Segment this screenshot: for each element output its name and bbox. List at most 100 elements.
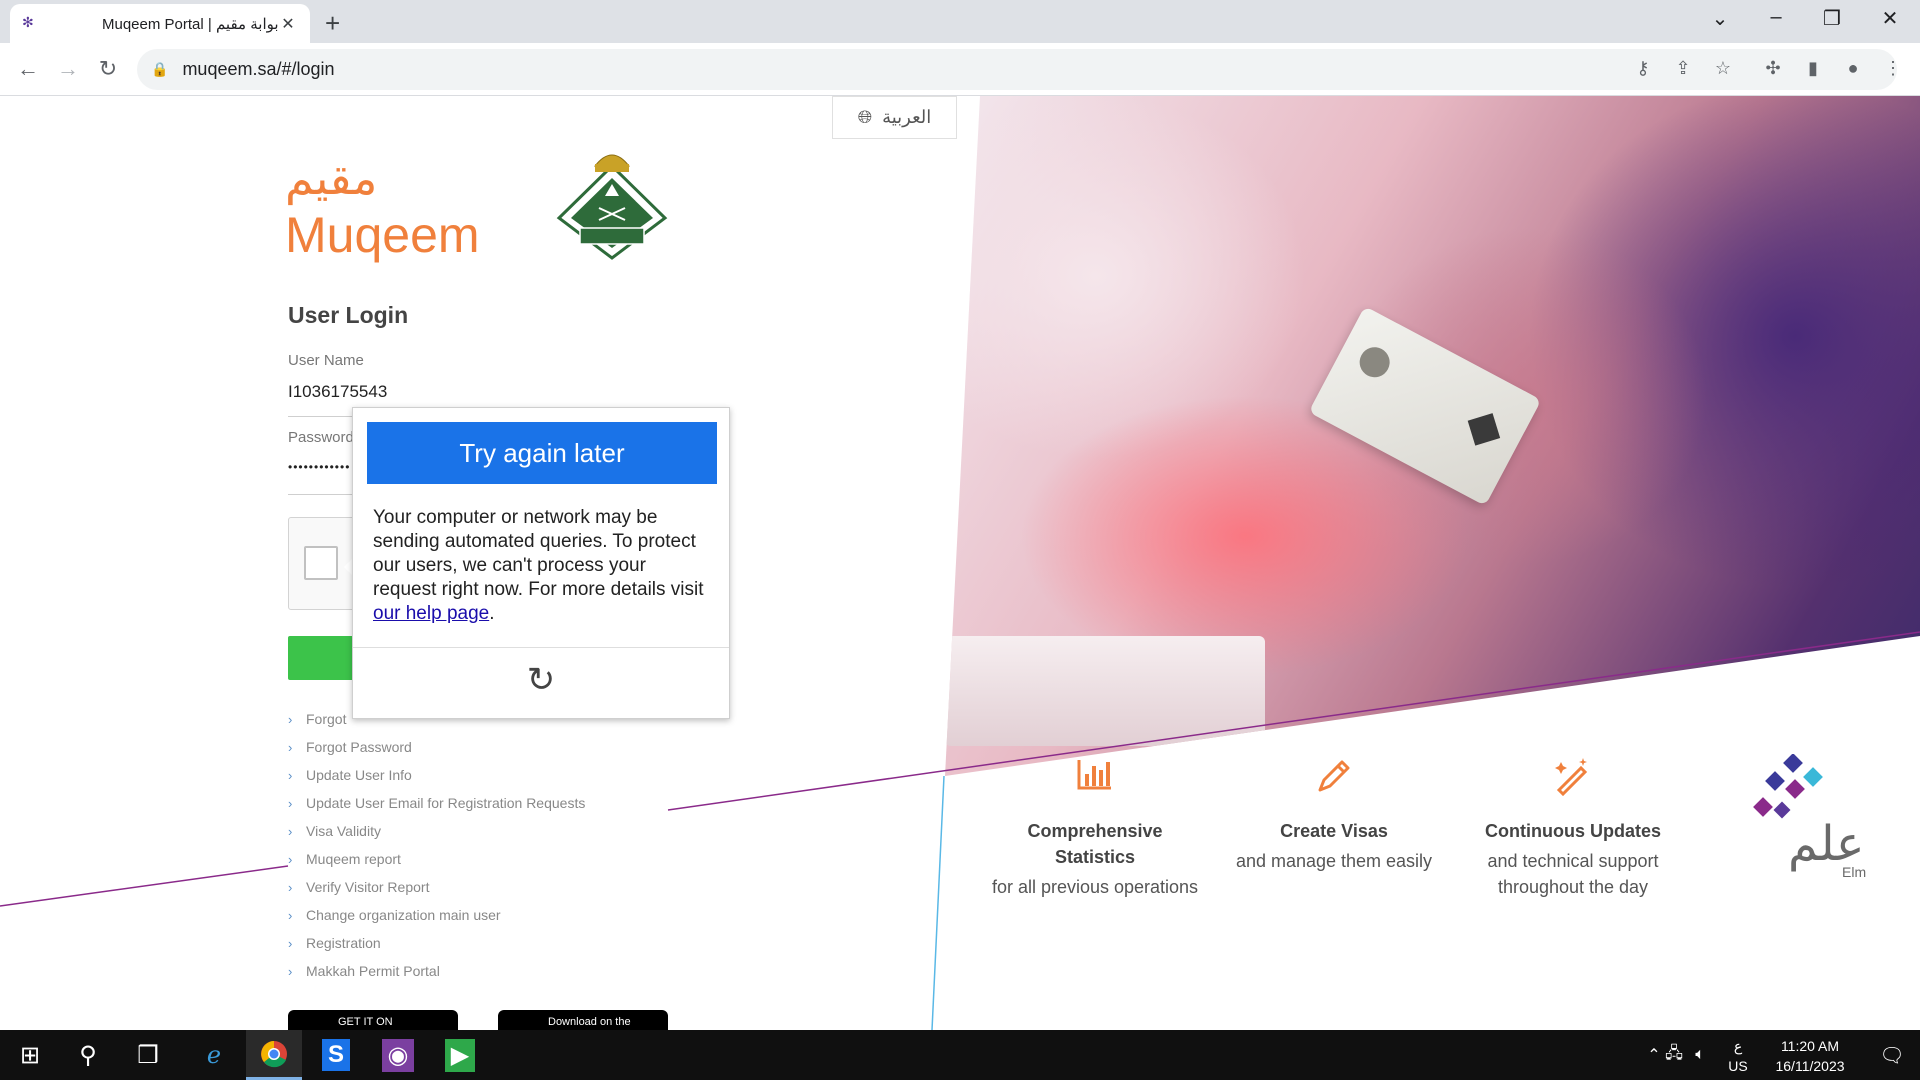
help-link-label: Makkah Permit Portal (306, 963, 440, 979)
app-purple-icon[interactable]: ◉ (370, 1030, 426, 1080)
site-favicon-icon: ✻ (22, 13, 34, 30)
volume-muted-icon[interactable]: 🔈︎ (1672, 1030, 1728, 1080)
feature-heading: Continuous Updates (1485, 821, 1661, 841)
help-link-label: Verify Visitor Report (306, 879, 430, 895)
google-play-badge[interactable]: GET IT ON (288, 1010, 458, 1030)
task-view-icon[interactable]: ❒ (120, 1030, 176, 1080)
bookmark-star-icon[interactable]: ☆ (1710, 58, 1736, 79)
app-s-icon[interactable]: S (308, 1030, 364, 1080)
popup-divider (353, 647, 729, 648)
globe-icon: 🌐︎ (857, 107, 873, 127)
help-link-label: Forgot (306, 711, 347, 727)
help-link-item[interactable]: › Makkah Permit Portal (288, 957, 585, 985)
chevron-right-icon: › (288, 711, 293, 727)
lock-icon: 🔒 (151, 61, 169, 77)
chevron-right-icon: › (288, 879, 293, 895)
username-input[interactable]: I1036175543 (288, 382, 387, 402)
elm-logo: علم Elm (1748, 754, 1888, 880)
popup-title: Try again later (367, 422, 717, 484)
feature-heading: Comprehensive Statistics (1027, 821, 1163, 867)
search-icon[interactable]: ⚲ (60, 1030, 116, 1080)
username-label: User Name (288, 352, 364, 369)
clock-date: 16/11/2023 (1775, 1058, 1845, 1074)
chevron-right-icon: › (288, 963, 293, 979)
system-clock[interactable]: 11:20 AM 16/11/2023 (1760, 1036, 1860, 1076)
help-link-label: Muqeem report (306, 851, 401, 867)
windows-start-icon[interactable]: ⊞ (2, 1030, 58, 1080)
notifications-icon[interactable]: 🗨︎ (1864, 1030, 1920, 1080)
help-page-link[interactable]: our help page (373, 603, 489, 624)
recaptcha-error-popup: Try again later Your computer or network… (352, 407, 730, 719)
tab-search-icon[interactable]: ⌄ (1700, 6, 1740, 31)
browser-titlebar: ✻ Muqeem Portal | بوابة مقيم ✕ + ⌄ – ❐ ✕ (0, 0, 1920, 43)
tab-close-icon[interactable]: ✕ (278, 14, 298, 34)
app-store-label: Download on the (548, 1016, 631, 1028)
feature-statistics: Comprehensive Statistics for all previou… (985, 756, 1205, 900)
id-card-image (1308, 306, 1542, 506)
internet-explorer-icon[interactable]: ℯ (186, 1030, 242, 1080)
extensions-icon[interactable]: ✣ (1760, 58, 1786, 79)
browser-tab[interactable]: ✻ Muqeem Portal | بوابة مقيم ✕ (10, 4, 310, 43)
reload-icon[interactable]: ↻ (92, 53, 124, 85)
help-link-item[interactable]: › Update User Email for Registration Requ… (288, 789, 585, 817)
reload-challenge-icon[interactable]: ↻ (353, 660, 729, 700)
feature-text: for all previous operations (991, 877, 1199, 897)
share-icon[interactable]: ⇪ (1670, 58, 1696, 79)
lang-us: US (1728, 1058, 1748, 1074)
chevron-right-icon: › (288, 823, 293, 839)
forward-icon[interactable]: → (52, 53, 84, 85)
url-text: muqeem.sa/#/login (182, 59, 335, 79)
laptop-image (945, 636, 1265, 746)
popup-suffix: . (489, 603, 495, 624)
help-link-item[interactable]: › Visa Validity (288, 817, 585, 845)
language-label: العربية (882, 107, 932, 127)
chrome-icon[interactable] (246, 1030, 302, 1080)
muqeem-logo: Muqeem (285, 207, 480, 263)
help-link-label: Forgot Password (306, 739, 412, 755)
recaptcha-checkbox[interactable] (304, 546, 338, 580)
help-link-label: Update User Info (306, 767, 412, 783)
magic-wand-icon (1463, 756, 1683, 804)
help-link-label: Update User Email for Registration Reque… (306, 795, 586, 811)
back-icon[interactable]: ← (12, 53, 44, 85)
lang-arabic: ع (1733, 1038, 1743, 1054)
key-icon[interactable]: ⚷ (1630, 58, 1656, 79)
browser-toolbar: ← → ↻ 🔒 muqeem.sa/#/login ⚷ ⇪ ☆ ✣ ▮ ● ⋮ (0, 43, 1920, 96)
popup-message: Your computer or network may be sending … (373, 506, 713, 626)
chart-icon (985, 756, 1205, 804)
restore-icon[interactable]: ❐ (1812, 6, 1852, 31)
chevron-right-icon: › (288, 851, 293, 867)
profile-icon[interactable]: ● (1840, 58, 1866, 79)
help-link-label: Visa Validity (306, 823, 381, 839)
help-links-list: › Forgot › Forgot Password › Update User Info… (288, 705, 585, 985)
popup-body-text: Your computer or network may be sending … (373, 507, 704, 600)
windows-taskbar: ⊞ ⚲ ❒ ℯ S ◉ ▶ ⌃ 🖧︎ 🔈︎ ع US 11:20 AM 16/1… (0, 1030, 1920, 1080)
password-label: Password (288, 429, 354, 446)
app-store-badge[interactable]: Download on the (498, 1010, 668, 1030)
clock-time: 11:20 AM (1780, 1038, 1840, 1054)
new-tab-icon[interactable]: + (325, 8, 340, 39)
feature-text: and technical support throughout the day (1487, 851, 1659, 897)
side-panel-icon[interactable]: ▮ (1800, 58, 1826, 79)
chevron-right-icon: › (288, 907, 293, 923)
muqeem-logo-arabic: مقيم (285, 151, 378, 205)
app-green-icon[interactable]: ▶ (432, 1030, 488, 1080)
language-toggle-button[interactable]: 🌐︎ العربية (832, 96, 957, 139)
help-link-item[interactable]: › Verify Visitor Report (288, 873, 585, 901)
window-close-icon[interactable]: ✕ (1870, 6, 1910, 31)
help-link-item[interactable]: › Forgot Password (288, 733, 585, 761)
help-link-item[interactable]: › Muqeem report (288, 845, 585, 873)
minimize-icon[interactable]: – (1756, 6, 1796, 29)
elm-label: Elm (1842, 864, 1867, 880)
help-link-item[interactable]: › Registration (288, 929, 585, 957)
help-link-item[interactable]: › Change organization main user (288, 901, 585, 929)
menu-icon[interactable]: ⋮ (1880, 58, 1906, 79)
chevron-right-icon: › (288, 935, 293, 951)
hero-image (945, 96, 1920, 776)
help-link-item[interactable]: › Update User Info (288, 761, 585, 789)
language-indicator[interactable]: ع US (1728, 1036, 1748, 1076)
feature-heading: Create Visas (1280, 821, 1388, 841)
login-title: User Login (288, 302, 409, 328)
pencil-icon (1224, 756, 1444, 804)
password-input[interactable]: •••••••••••• (288, 460, 350, 474)
